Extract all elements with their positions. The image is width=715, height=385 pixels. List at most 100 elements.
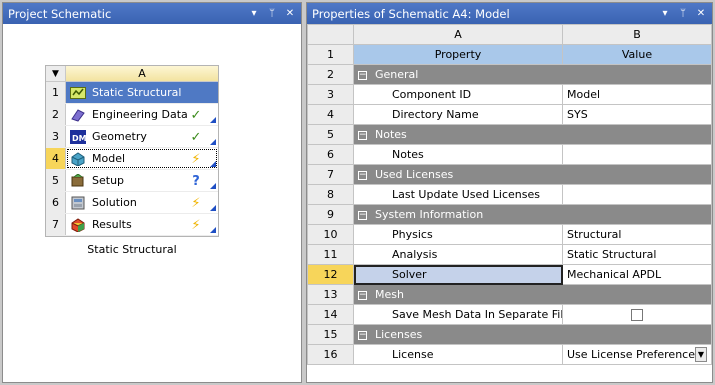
system-row-label: Static Structural <box>92 86 182 99</box>
system-row-label: Geometry <box>92 130 147 143</box>
row-number: 6 <box>46 192 66 213</box>
column-letter[interactable]: A <box>353 24 563 45</box>
row-number: 15 <box>307 324 354 345</box>
static-structural-icon <box>70 85 86 101</box>
pane-menu-dropdown-icon[interactable]: ▾ <box>247 5 261 21</box>
group-label: Used Licenses <box>375 168 454 181</box>
group-label: Mesh <box>375 288 404 301</box>
property-row[interactable]: 8 Last Update Used Licenses <box>307 184 712 205</box>
property-row[interactable]: 6 Notes <box>307 144 712 165</box>
refresh-required-lightning-icon: ⚡ <box>191 151 201 167</box>
attention-required-question-icon: ? <box>192 173 200 189</box>
save-mesh-checkbox[interactable] <box>631 308 643 321</box>
pin-icon[interactable]: ᛘ <box>676 5 690 21</box>
pane-title: Project Schematic <box>8 6 112 21</box>
corner-cell <box>307 24 354 45</box>
row-number: 12 <box>307 264 354 285</box>
static-structural-system-block[interactable]: ▼ A 1 Static Structural 2 Engineering Da… <box>45 65 219 237</box>
property-value[interactable]: Mechanical APDL <box>562 264 712 285</box>
up-to-date-check-icon: ✓ <box>190 129 202 145</box>
column-letter-row: A B <box>307 24 712 45</box>
property-value[interactable]: Model <box>562 84 712 105</box>
property-label: Solver <box>353 264 563 285</box>
property-row[interactable]: 16 License Use License Preference ▼ <box>307 344 712 365</box>
property-value[interactable] <box>562 184 712 205</box>
property-label: Analysis <box>353 244 563 265</box>
property-label: Directory Name <box>353 104 563 125</box>
group-label: General <box>375 68 419 81</box>
row-number: 9 <box>307 204 354 225</box>
collapse-minus-icon[interactable]: − <box>358 210 367 220</box>
property-value[interactable]: Static Structural <box>562 244 712 265</box>
system-row-model[interactable]: 4 Model ⚡ <box>46 148 218 170</box>
group-row-licenses[interactable]: 15 − Licenses <box>307 324 712 345</box>
property-label: Last Update Used Licenses <box>353 184 563 205</box>
system-row-results[interactable]: 7 Results ⚡ <box>46 214 218 236</box>
property-label: License <box>353 344 563 365</box>
project-schematic-pane: Project Schematic ▾ ᛘ ✕ ▼ A 1 Static Str… <box>2 2 302 383</box>
model-icon <box>70 151 86 167</box>
row-number: 4 <box>46 148 66 169</box>
property-value[interactable] <box>562 144 712 165</box>
corner-triangle-icon <box>210 161 216 167</box>
system-row-static-structural[interactable]: 1 Static Structural <box>46 82 218 104</box>
column-letter[interactable]: B <box>562 24 712 45</box>
collapse-minus-icon[interactable]: − <box>358 290 367 300</box>
group-row-notes[interactable]: 5 − Notes <box>307 124 712 145</box>
property-value[interactable]: SYS <box>562 104 712 125</box>
pin-icon[interactable]: ᛘ <box>265 5 279 21</box>
close-icon[interactable]: ✕ <box>283 5 297 21</box>
property-row[interactable]: 3 Component ID Model <box>307 84 712 105</box>
system-row-solution[interactable]: 6 Solution ⚡ <box>46 192 218 214</box>
row-number: 1 <box>46 82 66 103</box>
group-row-mesh[interactable]: 13 − Mesh <box>307 284 712 305</box>
license-select[interactable]: Use License Preference ▼ <box>562 344 712 365</box>
property-value[interactable]: Structural <box>562 224 712 245</box>
row-number: 16 <box>307 344 354 365</box>
row-number: 7 <box>307 164 354 185</box>
geometry-dm-icon: DM <box>70 129 86 145</box>
row-number: 5 <box>46 170 66 191</box>
row-number: 2 <box>46 104 66 125</box>
property-label: Save Mesh Data In Separate File <box>353 304 563 325</box>
results-icon <box>70 217 86 233</box>
system-row-label: Engineering Data <box>92 108 188 121</box>
row-number: 4 <box>307 104 354 125</box>
pane-menu-dropdown-icon[interactable]: ▾ <box>658 5 672 21</box>
system-menu-button[interactable]: ▼ <box>46 66 66 81</box>
system-row-setup[interactable]: 5 Setup ? <box>46 170 218 192</box>
corner-triangle-icon <box>210 205 216 211</box>
collapse-minus-icon[interactable]: − <box>358 70 367 80</box>
property-row[interactable]: 14 Save Mesh Data In Separate File <box>307 304 712 325</box>
system-row-geometry[interactable]: 3 DM Geometry ✓ <box>46 126 218 148</box>
group-row-general[interactable]: 2 − General <box>307 64 712 85</box>
group-label: System Information <box>375 208 484 221</box>
system-caption[interactable]: Static Structural <box>45 243 219 256</box>
properties-pane: Properties of Schematic A4: Model ▾ ᛘ ✕ … <box>306 2 713 383</box>
property-label: Physics <box>353 224 563 245</box>
dropdown-arrow-icon[interactable]: ▼ <box>694 347 707 362</box>
system-row-engineering-data[interactable]: 2 Engineering Data ✓ <box>46 104 218 126</box>
collapse-minus-icon[interactable]: − <box>358 130 367 140</box>
properties-table: A B 1 Property Value 2 − General 3 Compon… <box>307 24 712 365</box>
group-row-system-information[interactable]: 9 − System Information <box>307 204 712 225</box>
engineering-data-icon <box>70 107 86 123</box>
property-row[interactable]: 11 Analysis Static Structural <box>307 244 712 265</box>
row-number: 3 <box>307 84 354 105</box>
corner-triangle-icon <box>210 117 216 123</box>
group-label: Notes <box>375 128 407 141</box>
property-row-selected[interactable]: 12 Solver Mechanical APDL <box>307 264 712 285</box>
group-row-used-licenses[interactable]: 7 − Used Licenses <box>307 164 712 185</box>
property-label: Component ID <box>353 84 563 105</box>
close-icon[interactable]: ✕ <box>694 5 708 21</box>
value-column-header[interactable]: Value <box>562 44 712 65</box>
property-column-header[interactable]: Property <box>353 44 563 65</box>
corner-triangle-icon <box>210 227 216 233</box>
setup-icon <box>70 173 86 189</box>
collapse-minus-icon[interactable]: − <box>358 330 367 340</box>
pane-title: Properties of Schematic A4: Model <box>312 6 510 21</box>
collapse-minus-icon[interactable]: − <box>358 170 367 180</box>
property-row[interactable]: 10 Physics Structural <box>307 224 712 245</box>
solution-icon <box>70 195 86 211</box>
property-row[interactable]: 4 Directory Name SYS <box>307 104 712 125</box>
